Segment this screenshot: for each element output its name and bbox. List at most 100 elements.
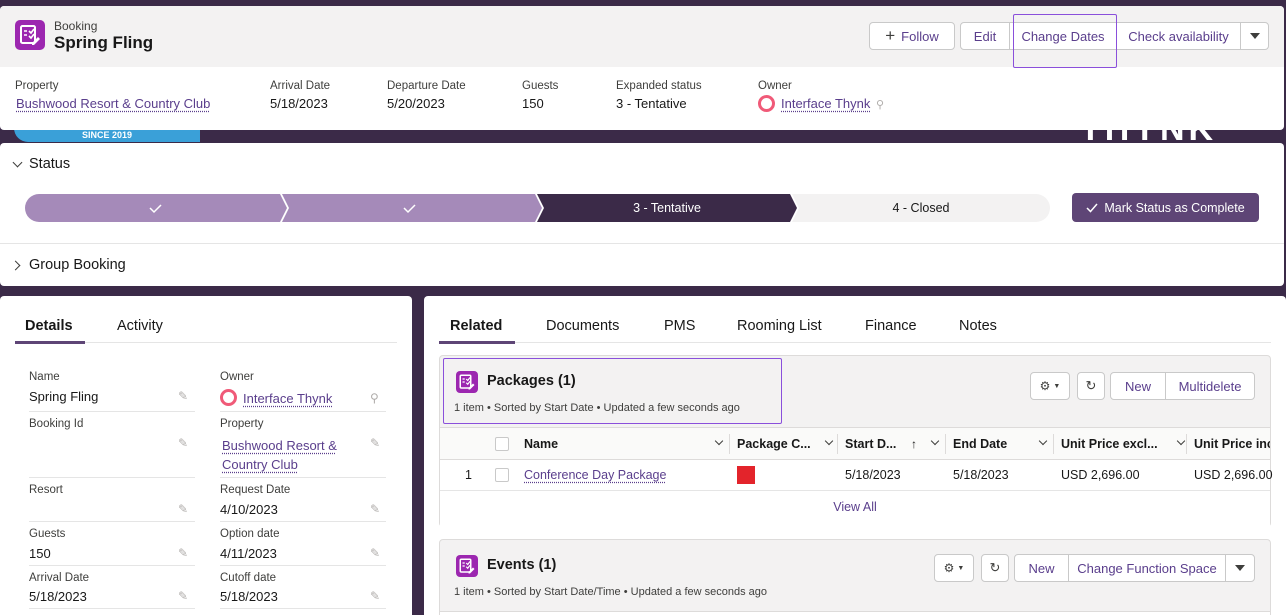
label-option-date: Option date [220,528,279,540]
events-table-header [440,611,1270,615]
details-panel: Details Activity Name Spring Fling ✎ Boo… [0,296,412,615]
label-property: Property [220,418,263,430]
list-settings-button[interactable]: ⚙ ▼ [1030,372,1070,400]
status-title: Status [29,156,70,172]
edit-pencil-icon[interactable]: ✎ [178,589,188,603]
owner-link[interactable]: Interface Thynk [781,96,870,111]
column-header-unit-price-excl[interactable]: Unit Price excl... [1061,428,1186,460]
column-divider [945,434,946,454]
property-link-line2[interactable]: Country Club [222,457,298,472]
change-owner-icon[interactable]: ⚲ [876,98,884,111]
edit-pencil-icon[interactable]: ✎ [178,546,188,560]
value-request-date: 4/10/2023 [220,502,278,517]
tab-related[interactable]: Related [450,318,502,334]
events-related-list: Events (1) 1 item • Sorted by Start Date… [439,539,1271,615]
property-link-line1[interactable]: Bushwood Resort & [222,438,337,453]
column-divider [729,434,730,454]
table-row[interactable]: 1 Conference Day Package 5/18/2023 5/18/… [440,460,1270,491]
owner-link[interactable]: Interface Thynk [243,391,332,406]
column-header-end-date[interactable]: End Date [953,428,1048,460]
field-label-arrival: Arrival Date [270,80,330,92]
record-header: Booking Spring Fling + Follow Edit Change… [0,6,1284,130]
edit-pencil-icon[interactable]: ✎ [370,546,380,560]
property-link[interactable]: Bushwood Resort & Country Club [16,96,210,111]
label-owner: Owner [220,371,254,383]
group-booking-toggle[interactable]: Group Booking [12,257,126,273]
label-name: Name [29,371,60,383]
field-label-guests: Guests [522,80,558,92]
row-checkbox[interactable] [495,468,509,482]
packages-table: Name Package C... Start D... ↑ End Date U… [440,427,1270,527]
label-request-date: Request Date [220,484,290,496]
tab-pms[interactable]: PMS [664,318,695,334]
status-panel: Status 3 - Tentative 4 - Closed Mark Sta… [0,143,1284,286]
package-name-link[interactable]: Conference Day Package [524,468,666,482]
label-resort: Resort [29,484,63,496]
refresh-button[interactable]: ↻ [1077,372,1105,400]
booking-icon [15,20,45,50]
label-booking-id: Booking Id [29,418,83,430]
field-divider [220,477,386,478]
select-all-checkbox[interactable] [495,437,509,451]
tab-rooming-list[interactable]: Rooming List [737,318,822,334]
field-label-owner: Owner [758,80,792,92]
label-guests: Guests [29,528,65,540]
events-more-button[interactable] [1225,554,1255,582]
sort-ascending-icon: ↑ [911,437,917,451]
column-header-package-color[interactable]: Package C... [737,428,832,460]
field-divider [29,608,195,609]
tab-notes[interactable]: Notes [959,318,997,334]
edit-pencil-icon[interactable]: ✎ [178,502,188,516]
path-step-2[interactable] [282,194,542,222]
events-new-button[interactable]: New [1014,554,1069,582]
gear-icon: ⚙ [944,561,955,575]
column-header-start-date[interactable]: Start D... ↑ [845,428,940,460]
tab-documents[interactable]: Documents [546,318,619,334]
edit-pencil-icon[interactable]: ✎ [370,589,380,603]
value-name: Spring Fling [29,389,98,404]
mark-status-complete-button[interactable]: Mark Status as Complete [1072,193,1259,222]
packages-new-button[interactable]: New [1110,372,1166,400]
tab-details[interactable]: Details [25,318,73,334]
follow-button[interactable]: + Follow [869,22,955,50]
field-divider [29,521,195,522]
column-header-unit-price-incl[interactable]: Unit Price inc [1194,428,1270,460]
related-panel: Related Documents PMS Rooming List Finan… [424,296,1286,615]
edit-pencil-icon[interactable]: ✎ [370,502,380,516]
refresh-button[interactable]: ↻ [981,554,1009,582]
tabs-underline [439,342,1271,343]
field-divider [220,608,386,609]
path-step-4-label: 4 - Closed [792,201,1050,215]
change-owner-icon[interactable]: ⚲ [370,391,379,405]
field-label-expanded-status: Expanded status [616,80,702,92]
edit-pencil-icon[interactable]: ✎ [178,389,188,403]
package-color-swatch [737,466,755,484]
check-availability-button[interactable]: Check availability [1116,22,1241,50]
events-title[interactable]: Events (1) [487,557,556,573]
list-settings-button[interactable]: ⚙ ▼ [934,554,974,582]
chevron-down-icon: ▼ [957,565,964,572]
column-header-name[interactable]: Name [524,428,724,460]
status-section-toggle[interactable]: Status [14,156,70,172]
change-function-space-button[interactable]: Change Function Space [1068,554,1226,582]
edit-pencil-icon[interactable]: ✎ [178,436,188,450]
packages-multidelete-button[interactable]: Multidelete [1165,372,1255,400]
tab-activity[interactable]: Activity [117,318,163,334]
chevron-down-icon [1250,33,1260,39]
path-step-1[interactable] [25,194,287,222]
field-divider [29,411,195,412]
chevron-down-icon [1039,437,1047,445]
view-all-link[interactable]: View All [440,500,1270,514]
more-actions-button[interactable] [1240,22,1269,50]
unit-price-excl-cell: USD 2,696.00 [1061,468,1140,482]
guests-value: 150 [522,96,544,111]
chevron-down-icon [825,437,833,445]
events-subtitle: 1 item • Sorted by Start Date/Time • Upd… [454,586,767,598]
refresh-icon: ↻ [1086,378,1097,394]
tab-finance[interactable]: Finance [865,318,917,334]
since-badge: SINCE 2019 [14,128,200,142]
background-logo-text: THYNK [1080,128,1250,142]
edit-button[interactable]: Edit [960,22,1010,50]
chevron-down-icon: ▼ [1053,383,1060,390]
edit-pencil-icon[interactable]: ✎ [370,436,380,450]
